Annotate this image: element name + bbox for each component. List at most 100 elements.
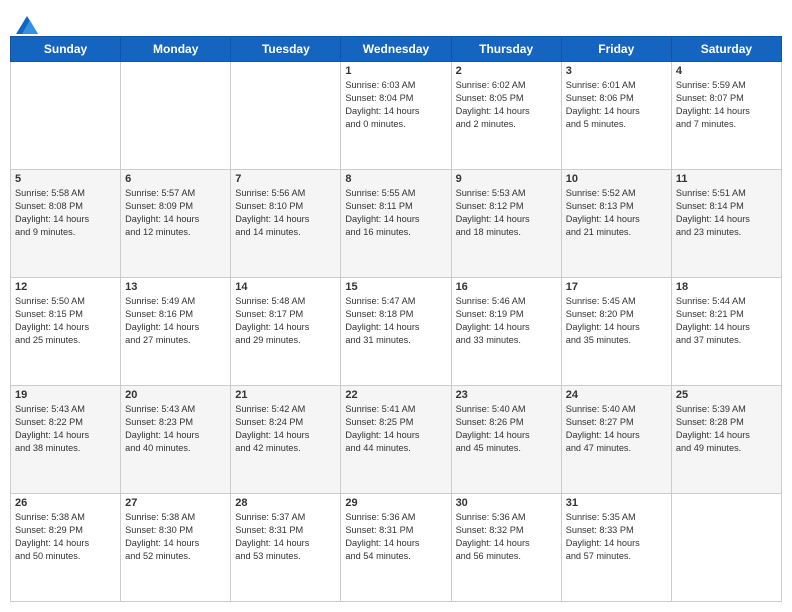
cell-content: Sunrise: 5:43 AM Sunset: 8:23 PM Dayligh… bbox=[125, 403, 226, 455]
calendar-cell: 16Sunrise: 5:46 AM Sunset: 8:19 PM Dayli… bbox=[451, 278, 561, 386]
weekday-header: Tuesday bbox=[231, 37, 341, 62]
logo-icon bbox=[16, 16, 38, 34]
day-number: 26 bbox=[15, 497, 116, 509]
calendar-week-row: 12 Sunrise: 5:50 AM Sunset: 8:15 PM Dayli… bbox=[11, 278, 782, 386]
calendar-header-row: SundayMondayTuesdayWednesdayThursdayFrid… bbox=[11, 37, 782, 62]
cell-content: Sunrise: 5:58 AM Sunset: 8:08 PM Dayligh… bbox=[15, 187, 116, 239]
day-number: 28 bbox=[235, 497, 336, 509]
cell-content: Sunrise: 5:51 AM Sunset: 8:14 PM Dayligh… bbox=[676, 187, 777, 239]
day-number: 8 bbox=[345, 173, 446, 185]
day-number: 29 bbox=[345, 497, 446, 509]
day-number: 7 bbox=[235, 173, 336, 185]
weekday-header: Thursday bbox=[451, 37, 561, 62]
calendar-cell bbox=[121, 62, 231, 170]
calendar-cell: 19Sunrise: 5:43 AM Sunset: 8:22 PM Dayli… bbox=[11, 386, 121, 494]
cell-content: Sunrise: 5:43 AM Sunset: 8:22 PM Dayligh… bbox=[15, 403, 116, 455]
cell-content: Sunrise: 5:41 AM Sunset: 8:25 PM Dayligh… bbox=[345, 403, 446, 455]
calendar-cell: 28 Sunrise: 5:37 AM Sunset: 8:31 PM Dayli… bbox=[231, 494, 341, 602]
calendar-week-row: 5 Sunrise: 5:58 AM Sunset: 8:08 PM Daylig… bbox=[11, 170, 782, 278]
day-number: 30 bbox=[456, 497, 557, 509]
cell-content: Sunrise: 5:55 AM Sunset: 8:11 PM Dayligh… bbox=[345, 187, 446, 239]
calendar-cell: 7 Sunrise: 5:56 AM Sunset: 8:10 PM Daylig… bbox=[231, 170, 341, 278]
day-number: 9 bbox=[456, 173, 557, 185]
day-number: 24 bbox=[566, 389, 667, 401]
day-number: 17 bbox=[566, 281, 667, 293]
day-number: 13 bbox=[125, 281, 226, 293]
calendar-cell: 4Sunrise: 5:59 AM Sunset: 8:07 PM Daylig… bbox=[671, 62, 781, 170]
calendar-week-row: 26 Sunrise: 5:38 AM Sunset: 8:29 PM Dayli… bbox=[11, 494, 782, 602]
logo bbox=[14, 18, 38, 30]
calendar-cell: 11 Sunrise: 5:51 AM Sunset: 8:14 PM Dayli… bbox=[671, 170, 781, 278]
calendar-cell: 31Sunrise: 5:35 AM Sunset: 8:33 PM Dayli… bbox=[561, 494, 671, 602]
cell-content: Sunrise: 5:45 AM Sunset: 8:20 PM Dayligh… bbox=[566, 295, 667, 347]
page: SundayMondayTuesdayWednesdayThursdayFrid… bbox=[0, 0, 792, 612]
calendar-cell: 8 Sunrise: 5:55 AM Sunset: 8:11 PM Daylig… bbox=[341, 170, 451, 278]
cell-content: Sunrise: 6:01 AM Sunset: 8:06 PM Dayligh… bbox=[566, 79, 667, 131]
calendar-cell: 10 Sunrise: 5:52 AM Sunset: 8:13 PM Dayli… bbox=[561, 170, 671, 278]
calendar-cell: 13 Sunrise: 5:49 AM Sunset: 8:16 PM Dayli… bbox=[121, 278, 231, 386]
calendar-cell: 5 Sunrise: 5:58 AM Sunset: 8:08 PM Daylig… bbox=[11, 170, 121, 278]
day-number: 14 bbox=[235, 281, 336, 293]
calendar-cell: 17 Sunrise: 5:45 AM Sunset: 8:20 PM Dayli… bbox=[561, 278, 671, 386]
weekday-header: Friday bbox=[561, 37, 671, 62]
calendar-cell: 24 Sunrise: 5:40 AM Sunset: 8:27 PM Dayli… bbox=[561, 386, 671, 494]
calendar-cell: 2Sunrise: 6:02 AM Sunset: 8:05 PM Daylig… bbox=[451, 62, 561, 170]
calendar-cell: 22 Sunrise: 5:41 AM Sunset: 8:25 PM Dayli… bbox=[341, 386, 451, 494]
cell-content: Sunrise: 5:49 AM Sunset: 8:16 PM Dayligh… bbox=[125, 295, 226, 347]
day-number: 5 bbox=[15, 173, 116, 185]
cell-content: Sunrise: 5:40 AM Sunset: 8:26 PM Dayligh… bbox=[456, 403, 557, 455]
calendar-cell: 20Sunrise: 5:43 AM Sunset: 8:23 PM Dayli… bbox=[121, 386, 231, 494]
cell-content: Sunrise: 5:36 AM Sunset: 8:31 PM Dayligh… bbox=[345, 511, 446, 563]
day-number: 1 bbox=[345, 65, 446, 77]
cell-content: Sunrise: 5:38 AM Sunset: 8:30 PM Dayligh… bbox=[125, 511, 226, 563]
day-number: 3 bbox=[566, 65, 667, 77]
cell-content: Sunrise: 6:03 AM Sunset: 8:04 PM Dayligh… bbox=[345, 79, 446, 131]
cell-content: Sunrise: 5:44 AM Sunset: 8:21 PM Dayligh… bbox=[676, 295, 777, 347]
calendar-cell: 3 Sunrise: 6:01 AM Sunset: 8:06 PM Daylig… bbox=[561, 62, 671, 170]
weekday-header: Monday bbox=[121, 37, 231, 62]
day-number: 16 bbox=[456, 281, 557, 293]
weekday-header: Wednesday bbox=[341, 37, 451, 62]
calendar-week-row: 1 Sunrise: 6:03 AM Sunset: 8:04 PM Daylig… bbox=[11, 62, 782, 170]
calendar-cell: 1 Sunrise: 6:03 AM Sunset: 8:04 PM Daylig… bbox=[341, 62, 451, 170]
cell-content: Sunrise: 5:36 AM Sunset: 8:32 PM Dayligh… bbox=[456, 511, 557, 563]
day-number: 15 bbox=[345, 281, 446, 293]
cell-content: Sunrise: 5:35 AM Sunset: 8:33 PM Dayligh… bbox=[566, 511, 667, 563]
day-number: 21 bbox=[235, 389, 336, 401]
calendar-cell bbox=[11, 62, 121, 170]
day-number: 4 bbox=[676, 65, 777, 77]
cell-content: Sunrise: 5:52 AM Sunset: 8:13 PM Dayligh… bbox=[566, 187, 667, 239]
day-number: 22 bbox=[345, 389, 446, 401]
calendar-cell: 15 Sunrise: 5:47 AM Sunset: 8:18 PM Dayli… bbox=[341, 278, 451, 386]
cell-content: Sunrise: 5:37 AM Sunset: 8:31 PM Dayligh… bbox=[235, 511, 336, 563]
calendar-cell bbox=[231, 62, 341, 170]
weekday-header: Saturday bbox=[671, 37, 781, 62]
calendar-cell: 9Sunrise: 5:53 AM Sunset: 8:12 PM Daylig… bbox=[451, 170, 561, 278]
day-number: 10 bbox=[566, 173, 667, 185]
day-number: 12 bbox=[15, 281, 116, 293]
cell-content: Sunrise: 5:39 AM Sunset: 8:28 PM Dayligh… bbox=[676, 403, 777, 455]
cell-content: Sunrise: 5:57 AM Sunset: 8:09 PM Dayligh… bbox=[125, 187, 226, 239]
calendar-cell: 6 Sunrise: 5:57 AM Sunset: 8:09 PM Daylig… bbox=[121, 170, 231, 278]
day-number: 25 bbox=[676, 389, 777, 401]
calendar-cell: 21Sunrise: 5:42 AM Sunset: 8:24 PM Dayli… bbox=[231, 386, 341, 494]
cell-content: Sunrise: 6:02 AM Sunset: 8:05 PM Dayligh… bbox=[456, 79, 557, 131]
day-number: 6 bbox=[125, 173, 226, 185]
cell-content: Sunrise: 5:47 AM Sunset: 8:18 PM Dayligh… bbox=[345, 295, 446, 347]
calendar-body: 1 Sunrise: 6:03 AM Sunset: 8:04 PM Daylig… bbox=[11, 62, 782, 602]
cell-content: Sunrise: 5:38 AM Sunset: 8:29 PM Dayligh… bbox=[15, 511, 116, 563]
calendar-cell: 23Sunrise: 5:40 AM Sunset: 8:26 PM Dayli… bbox=[451, 386, 561, 494]
calendar-cell: 26 Sunrise: 5:38 AM Sunset: 8:29 PM Dayli… bbox=[11, 494, 121, 602]
day-number: 11 bbox=[676, 173, 777, 185]
cell-content: Sunrise: 5:50 AM Sunset: 8:15 PM Dayligh… bbox=[15, 295, 116, 347]
calendar-cell: 12 Sunrise: 5:50 AM Sunset: 8:15 PM Dayli… bbox=[11, 278, 121, 386]
day-number: 27 bbox=[125, 497, 226, 509]
calendar-cell: 27 Sunrise: 5:38 AM Sunset: 8:30 PM Dayli… bbox=[121, 494, 231, 602]
calendar-week-row: 19Sunrise: 5:43 AM Sunset: 8:22 PM Dayli… bbox=[11, 386, 782, 494]
cell-content: Sunrise: 5:56 AM Sunset: 8:10 PM Dayligh… bbox=[235, 187, 336, 239]
calendar-cell: 30 Sunrise: 5:36 AM Sunset: 8:32 PM Dayli… bbox=[451, 494, 561, 602]
calendar-cell: 14Sunrise: 5:48 AM Sunset: 8:17 PM Dayli… bbox=[231, 278, 341, 386]
calendar-cell: 25 Sunrise: 5:39 AM Sunset: 8:28 PM Dayli… bbox=[671, 386, 781, 494]
cell-content: Sunrise: 5:40 AM Sunset: 8:27 PM Dayligh… bbox=[566, 403, 667, 455]
calendar-cell bbox=[671, 494, 781, 602]
